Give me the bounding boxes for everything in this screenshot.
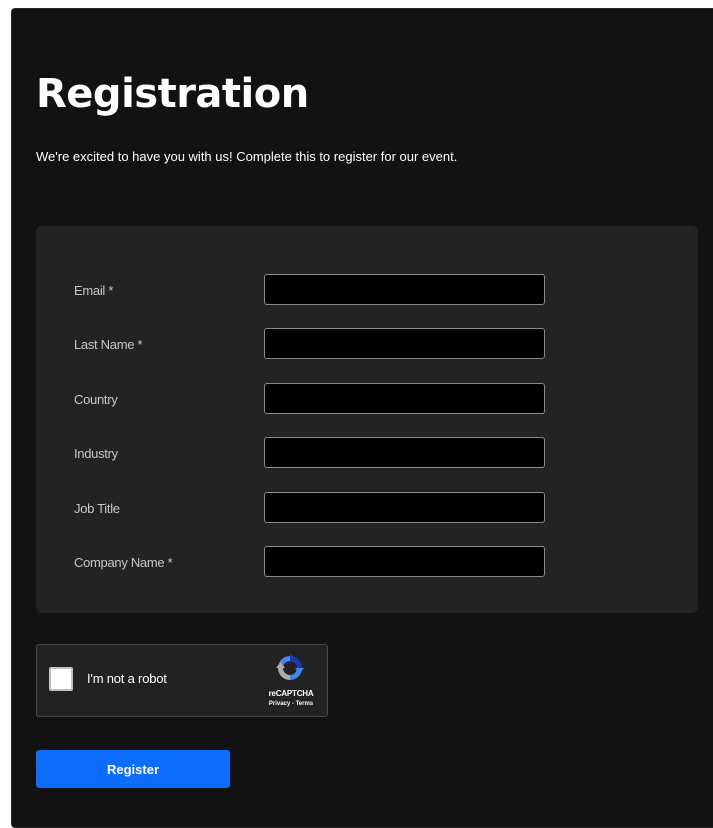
industry-row: Industry — [36, 437, 698, 477]
company-name-field[interactable] — [264, 546, 545, 577]
country-label: Country — [74, 392, 118, 407]
job-title-field[interactable] — [264, 492, 545, 523]
last-name-field[interactable] — [264, 328, 545, 359]
recaptcha-privacy-link[interactable]: Privacy — [269, 701, 290, 707]
page-subtitle: We're excited to have you with us! Compl… — [36, 149, 458, 164]
industry-label: Industry — [74, 446, 118, 461]
recaptcha-checkbox[interactable] — [49, 667, 73, 691]
recaptcha-terms-link[interactable]: Terms — [296, 701, 314, 707]
last-name-row: Last Name * — [36, 328, 698, 368]
recaptcha-logo-icon — [276, 654, 304, 680]
email-field[interactable] — [264, 274, 545, 305]
email-label: Email * — [74, 283, 114, 298]
company-name-row: Company Name * — [36, 546, 698, 586]
recaptcha-links: Privacy - Terms — [259, 701, 323, 707]
job-title-label: Job Title — [74, 501, 120, 516]
country-field[interactable] — [264, 383, 545, 414]
recaptcha-brand: reCAPTCHA — [268, 689, 314, 698]
recaptcha-widget: I'm not a robot reCAPTCHA Privacy - Term… — [36, 644, 328, 717]
country-row: Country — [36, 383, 698, 423]
email-row: Email * — [36, 274, 698, 314]
last-name-label: Last Name * — [74, 337, 143, 352]
industry-field[interactable] — [264, 437, 545, 468]
register-button[interactable]: Register — [36, 750, 230, 788]
job-title-row: Job Title — [36, 492, 698, 532]
recaptcha-label: I'm not a robot — [87, 671, 167, 686]
registration-form: Email * Last Name * Country Industry Job… — [36, 226, 698, 613]
company-name-label: Company Name * — [74, 555, 173, 570]
page-title: Registration — [36, 71, 309, 117]
recaptcha-link-separator: - — [291, 701, 294, 707]
registration-panel: Registration We're excited to have you w… — [11, 8, 713, 828]
